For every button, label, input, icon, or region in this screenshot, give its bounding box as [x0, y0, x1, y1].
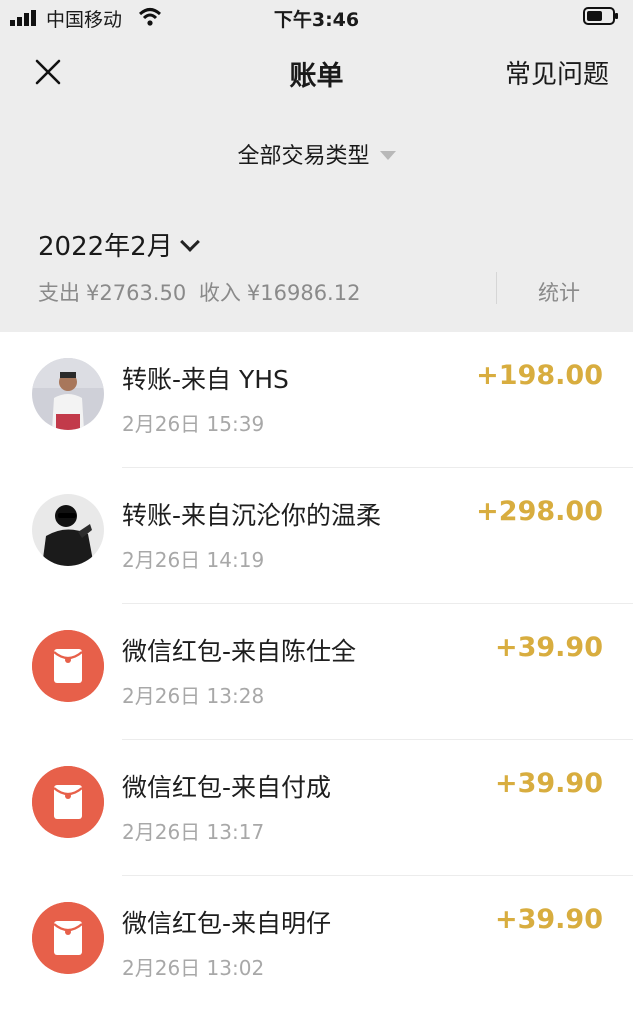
clock: 下午3:46: [273, 9, 360, 31]
transaction-row[interactable]: 微信红包-来自陈仕全 2月26日 13:28 +39.90: [0, 604, 633, 740]
transaction-amount: +198.00: [476, 360, 603, 391]
transaction-time: 2月26日 13:02: [122, 956, 265, 980]
user-avatar: [32, 358, 104, 430]
transaction-time: 2月26日 14:19: [122, 548, 265, 572]
red-packet-icon: [32, 766, 104, 838]
transaction-amount: +39.90: [494, 904, 603, 935]
transaction-title: 转账-来自沉沦你的温柔: [122, 501, 382, 530]
expense-label: 支出: [38, 281, 80, 305]
transaction-title: 微信红包-来自陈仕全: [122, 637, 357, 666]
transaction-type-filter[interactable]: 全部交易类型: [0, 138, 633, 170]
transaction-time: 2月26日 15:39: [122, 412, 265, 436]
dropdown-triangle-icon: [379, 150, 396, 160]
month-label: 2022年2月: [38, 232, 173, 262]
transaction-row[interactable]: 微信红包-来自明仔 2月26日 13:02 +39.90: [0, 876, 633, 1012]
chevron-down-icon: [179, 232, 200, 252]
month-summary: 支出 ¥2763.50 收入 ¥16986.12: [38, 277, 366, 307]
transaction-time: 2月26日 13:28: [122, 684, 265, 708]
filter-label: 全部交易类型: [237, 144, 370, 169]
income-label: 收入: [198, 281, 241, 305]
transaction-title: 微信红包-来自付成: [122, 773, 332, 802]
month-selector[interactable]: 2022年2月: [38, 226, 200, 263]
user-avatar: [32, 494, 104, 566]
transaction-amount: +298.00: [476, 496, 603, 527]
transaction-amount: +39.90: [494, 632, 603, 663]
transaction-row[interactable]: 微信红包-来自付成 2月26日 13:17 +39.90: [0, 740, 633, 876]
transaction-title: 转账-来自 YHS: [122, 365, 289, 394]
header-section: 中国移动 下午3:46 账单 常见问题 全部交易类型 2022年2月 支出 ¥27…: [0, 0, 633, 332]
status-bar: 中国移动 下午3:46: [0, 0, 633, 36]
nav-bar: 账单 常见问题: [0, 44, 633, 104]
red-packet-icon: [32, 630, 104, 702]
battery-icon: [583, 7, 618, 25]
divider: [496, 272, 497, 304]
stats-button[interactable]: 统计: [538, 277, 580, 307]
income-value: ¥16986.12: [246, 281, 361, 305]
faq-button[interactable]: 常见问题: [505, 54, 609, 91]
expense-value: ¥2763.50: [86, 281, 187, 305]
transaction-time: 2月26日 13:17: [122, 820, 265, 844]
transaction-row[interactable]: 转账-来自沉沦你的温柔 2月26日 14:19 +298.00: [0, 468, 633, 604]
transaction-row[interactable]: 转账-来自 YHS 2月26日 15:39 +198.00: [0, 332, 633, 468]
transaction-amount: +39.90: [494, 768, 603, 799]
red-packet-icon: [32, 902, 104, 974]
transaction-title: 微信红包-来自明仔: [122, 909, 332, 938]
